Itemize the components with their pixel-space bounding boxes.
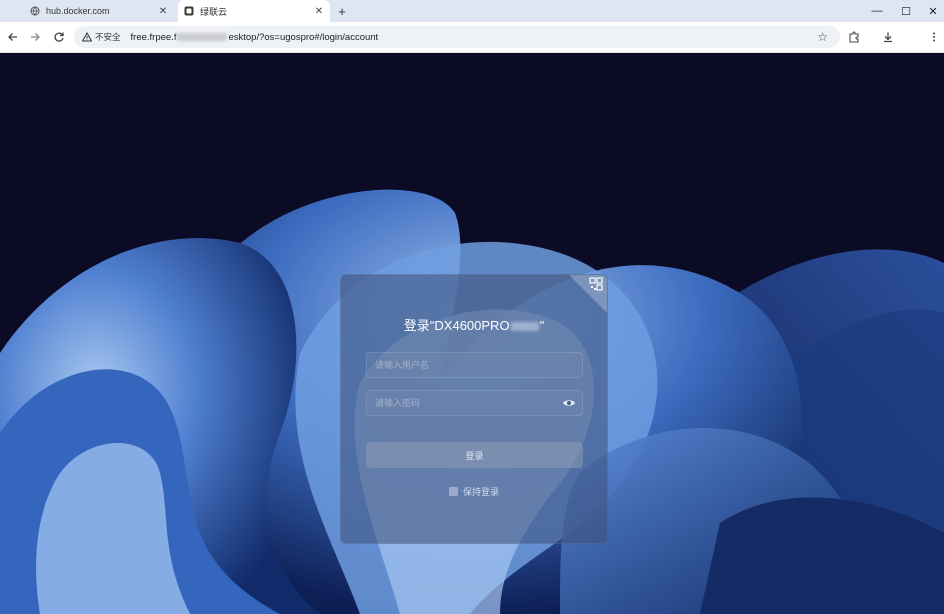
qr-code-login-icon[interactable] <box>569 275 607 313</box>
security-label: 不安全 <box>95 32 121 42</box>
show-password-eye-icon[interactable] <box>562 398 576 408</box>
forward-arrow-icon <box>31 33 40 41</box>
password-input[interactable] <box>366 390 583 416</box>
login-button[interactable]: 登录 <box>366 442 583 468</box>
kebab-menu-icon <box>933 32 935 42</box>
reload-icon <box>54 32 64 42</box>
forward-button[interactable] <box>26 28 44 46</box>
login-title: 登录"DX4600PRO " <box>403 318 545 333</box>
tab-ugreen-cloud[interactable]: 绿联云 ✕ <box>178 0 330 22</box>
bookmark-star-icon[interactable]: ☆ <box>817 30 828 44</box>
tab-docker-hub[interactable]: hub.docker.com ✕ <box>24 0 174 22</box>
close-tab-icon[interactable]: ✕ <box>312 6 326 17</box>
close-window-button[interactable]: ✕ <box>918 0 944 22</box>
back-arrow-icon <box>8 33 17 41</box>
close-tab-icon[interactable]: ✕ <box>156 6 170 17</box>
redacted-blur <box>177 32 228 41</box>
downloads-button[interactable] <box>879 28 897 46</box>
tab-title: hub.docker.com <box>46 6 110 16</box>
menu-button[interactable] <box>925 28 943 46</box>
redacted-blur <box>510 322 539 332</box>
tab-title: 绿联云 <box>200 6 228 17</box>
puzzle-icon <box>849 31 859 43</box>
extensions-button[interactable] <box>845 28 863 46</box>
back-button[interactable] <box>4 28 22 46</box>
address-bar[interactable]: 不安全 free.frpee.f esktop/?os=ugospro#/logi… <box>74 26 840 48</box>
maximize-button[interactable]: ☐ <box>891 0 921 22</box>
url-text: free.frpee.f esktop/?os=ugospro#/login/ac… <box>130 31 379 43</box>
new-tab-button[interactable]: + <box>334 0 350 22</box>
remember-checkbox[interactable] <box>448 487 458 496</box>
tab-strip: hub.docker.com ✕ 绿联云 ✕ + — ☐ ✕ <box>0 0 944 22</box>
remember-login-option[interactable]: 保持登录 <box>341 485 607 498</box>
reload-button[interactable] <box>50 28 68 46</box>
remember-label: 保持登录 <box>462 487 499 497</box>
ugreen-favicon-icon <box>184 6 194 16</box>
minimize-button[interactable]: — <box>862 0 892 22</box>
browser-toolbar: 不安全 free.frpee.f esktop/?os=ugospro#/logi… <box>0 22 944 53</box>
globe-icon <box>30 6 40 16</box>
page-viewport: 登录"DX4600PRO" 登录 保持登录 <box>0 53 944 614</box>
warning-triangle-icon <box>82 32 92 42</box>
security-indicator[interactable]: 不安全 <box>82 31 121 43</box>
username-input[interactable] <box>366 352 583 378</box>
login-card: 登录"DX4600PRO" 登录 保持登录 <box>340 274 608 544</box>
download-icon <box>884 32 892 43</box>
